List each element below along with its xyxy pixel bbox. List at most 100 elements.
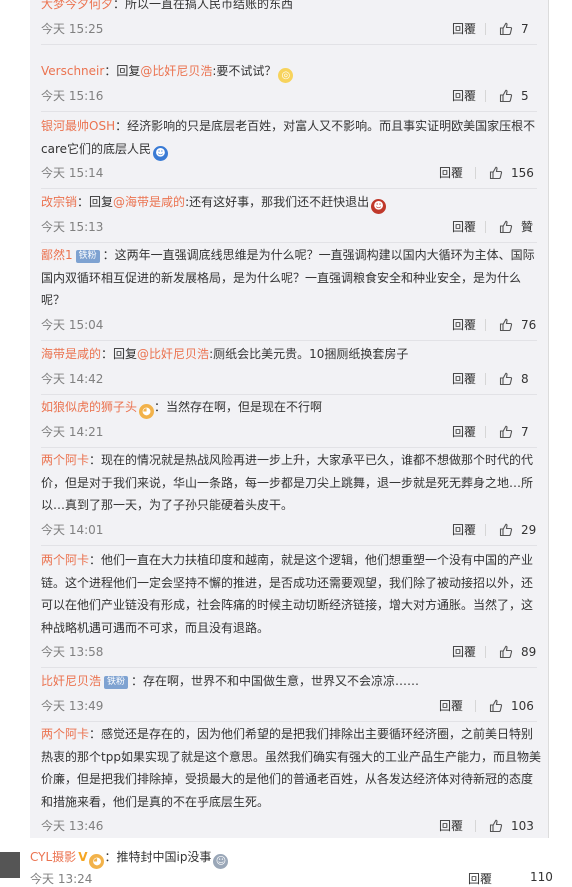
- comment-body: 两个阿卡：感觉还是存在的，因为他们希望的是把我们排除出主要循环经济圈，之前美日特…: [41, 723, 541, 813]
- mention-link[interactable]: @比奸尼贝浩: [137, 347, 209, 361]
- comment-body: 鄙然1 铁粉 ：这两年一直强调底线思维是为什么呢？一直强调构建以国内大循环为主体、国…: [41, 244, 541, 312]
- divider: [475, 820, 476, 832]
- comment-body: 银河最帅OSH：经济影响的只是底层老百姓，对富人又不影响。而且事实证明欧美国家压…: [41, 115, 541, 161]
- reply-button[interactable]: 回覆: [439, 695, 463, 717]
- like-button[interactable]: 106: [489, 695, 534, 717]
- emoji-icon: ☻: [371, 199, 387, 214]
- glasses-emoji-icon: ◎: [278, 68, 294, 83]
- mention-link[interactable]: @海带是咸的: [113, 195, 185, 209]
- reply-prefix: 回复: [89, 195, 114, 209]
- divider: [485, 646, 486, 658]
- comment-body: 比奸尼贝浩 铁粉 ：存在啊，世界不和中国做生意，世界又不会凉凉……: [41, 670, 541, 693]
- emoji-icon: ☺: [213, 854, 229, 869]
- comment-text: :还有这好事，那我们还不赶快退出: [185, 195, 370, 209]
- comment-text: ：存在啊，世界不和中国做生意，世界又不会凉凉……: [131, 674, 420, 688]
- comment-time: 今天 15:25: [41, 21, 104, 36]
- like-count: 7: [521, 21, 529, 36]
- comment-time: 今天 15:13: [41, 219, 104, 234]
- like-count: 5: [521, 88, 529, 103]
- comment-divider: [41, 339, 537, 341]
- colon: ：: [101, 347, 114, 361]
- comment-username[interactable]: Verschneir: [41, 64, 104, 78]
- badge-emoji-icon: ◕: [139, 404, 155, 419]
- thumbs-up-icon: [499, 89, 521, 103]
- like-button[interactable]: 5: [499, 85, 529, 107]
- reply-button[interactable]: 回覆: [452, 519, 476, 541]
- reply-button[interactable]: 回覆: [452, 85, 476, 107]
- comment-divider: [41, 446, 537, 448]
- like-button[interactable]: 8: [499, 368, 529, 390]
- reply-button[interactable]: 回覆: [439, 815, 463, 837]
- comment-body: 大梦今夕何夕：所以一直在搞人民币结账的东西: [41, 0, 541, 16]
- comment-username[interactable]: 两个阿卡: [41, 453, 89, 467]
- reply-button[interactable]: 回覆: [468, 870, 492, 887]
- reply-button[interactable]: 回覆: [452, 216, 476, 238]
- like-count: 156: [511, 166, 534, 180]
- comment-username[interactable]: 两个阿卡: [41, 727, 89, 741]
- comment-username[interactable]: 银河最帅OSH: [41, 119, 115, 133]
- comment-meta: 今天 13:46 回覆 103: [41, 815, 537, 837]
- comment-username[interactable]: 海带是咸的: [41, 347, 101, 361]
- reply-button[interactable]: 回覆: [452, 18, 476, 40]
- mention-link[interactable]: @比奸尼贝浩: [140, 64, 212, 78]
- comment-body: 海带是咸的：回复@比奸尼贝浩:厕纸会比美元贵。10捆厕纸换套房子: [41, 343, 541, 366]
- divider: [475, 167, 476, 179]
- comment-text: ：他们一直在大力扶植印度和越南，就是这个逻辑，他们想重塑一个没有中国的产业链。这…: [41, 553, 534, 635]
- comment-meta: 今天 14:42 回覆 8: [41, 368, 537, 390]
- comment-divider: [41, 667, 537, 668]
- thumbs-up-icon: [499, 645, 521, 659]
- reply-button[interactable]: 回覆: [439, 162, 463, 184]
- comment-meta: 今天 13:58 回覆 89: [41, 641, 537, 663]
- thumbs-up-icon: [499, 425, 521, 439]
- divider: [485, 89, 486, 102]
- reply-button[interactable]: 回覆: [452, 368, 476, 390]
- thumbs-up-icon: [499, 22, 521, 36]
- thumbs-up-icon: [499, 318, 521, 332]
- reply-prefix: 回复: [113, 347, 138, 361]
- thumbs-up-icon: [499, 220, 521, 234]
- comment-meta: 今天 15:14 回覆 156: [41, 162, 537, 184]
- comment-username[interactable]: 大梦今夕何夕: [41, 0, 113, 11]
- comment-divider: [41, 110, 537, 112]
- comment-meta: 今天 15:16 回覆 5: [41, 85, 537, 107]
- reply-button[interactable]: 回覆: [452, 641, 476, 663]
- comment-username[interactable]: 鄙然1: [41, 248, 73, 262]
- comment-divider: [41, 241, 537, 243]
- like-button[interactable]: 7: [499, 421, 529, 443]
- like-count: 106: [511, 698, 534, 713]
- comment-username[interactable]: 如狼似虎的狮子头: [41, 400, 137, 414]
- reply-button[interactable]: 回覆: [452, 421, 476, 443]
- comment-text: ：当然存在啊，但是现在不行啊: [154, 400, 323, 414]
- comment-text: :要不试试？: [212, 64, 277, 78]
- comment-divider: [41, 393, 537, 395]
- like-button[interactable]: 156: [489, 162, 534, 184]
- comment-body: 两个阿卡：他们一直在大力扶植印度和越南，就是这个逻辑，他们想重塑一个没有中国的产…: [41, 549, 541, 639]
- reply-button[interactable]: 回覆: [452, 314, 476, 336]
- thumbs-up-icon: [489, 699, 511, 713]
- like-button[interactable]: 89: [499, 641, 536, 663]
- comment-divider: [41, 544, 537, 546]
- avatar[interactable]: [0, 852, 20, 878]
- comment-time: 今天 15:04: [41, 317, 104, 332]
- comment-body: 改宗销：回复@海带是咸的:还有这好事，那我们还不赶快退出 ☻: [41, 191, 541, 214]
- like-count: 7: [521, 424, 529, 439]
- comment-username[interactable]: 改宗销: [41, 195, 77, 209]
- comment-time: 今天 14:21: [41, 424, 104, 439]
- comment-text: ：所以一直在搞人民币结账的东西: [113, 0, 294, 11]
- comment-time: 今天 13:24: [30, 872, 93, 886]
- divider: [485, 425, 486, 438]
- like-button[interactable]: 贊: [499, 216, 533, 238]
- like-count: 110: [530, 870, 553, 884]
- comment-username[interactable]: 两个阿卡: [41, 553, 89, 567]
- like-button[interactable]: 103: [489, 815, 534, 837]
- like-count: 76: [521, 317, 537, 332]
- comment-list: 大梦今夕何夕：所以一直在搞人民币结账的东西 今天 15:25 回覆 7 Verschne…: [30, 0, 549, 838]
- comment-username[interactable]: 比奸尼贝浩: [41, 674, 101, 688]
- like-button[interactable]: 76: [499, 314, 536, 336]
- like-button[interactable]: 29: [499, 519, 536, 541]
- comment-username[interactable]: CYL摄影: [30, 850, 76, 864]
- colon: ：: [77, 195, 90, 209]
- comment-time: 今天 14:01: [41, 522, 104, 537]
- like-button[interactable]: 7: [499, 18, 529, 40]
- comment-meta: 今天 14:01 回覆 29: [41, 519, 537, 541]
